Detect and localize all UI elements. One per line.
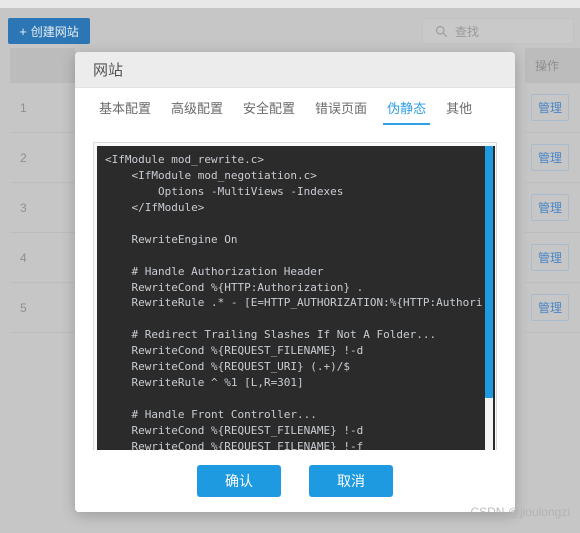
table-row: 3 [10,183,75,233]
editor-vertical-scrollbar-thumb[interactable] [485,146,493,398]
toolbar: + 创建网站 查找 [0,8,580,48]
search-icon [436,26,448,38]
search-input[interactable]: 查找 [422,18,574,44]
table-row: 管理 [525,233,580,283]
dialog-header: 网站 [75,52,515,88]
manage-button[interactable]: 管理 [531,144,570,171]
editor-vertical-scrollbar[interactable] [485,146,493,459]
dialog-tabs: 基本配置 高级配置 安全配置 错误页面 伪静态 其他 [75,88,515,128]
table-index-header [10,48,75,83]
search-placeholder-text: 查找 [455,24,480,39]
page-backdrop: + 创建网站 查找 1 2 3 4 5 操作 管理 管理 管理 管理 管理 网站… [0,0,580,533]
create-site-button-label: 创建网站 [30,24,79,39]
table-row: 管理 [525,183,580,233]
table-action-header: 操作 [525,48,580,83]
table-row: 2 [10,133,75,183]
tab-error-pages[interactable]: 错误页面 [311,92,371,125]
site-settings-dialog: 网站 基本配置 高级配置 安全配置 错误页面 伪静态 其他 <IfModule … [75,52,515,512]
table-row: 管理 [525,83,580,133]
table-row: 5 [10,283,75,333]
manage-button[interactable]: 管理 [531,194,570,221]
table-row: 1 [10,83,75,133]
page-top-strip [0,0,580,8]
tab-other[interactable]: 其他 [442,92,476,125]
table-index-column: 1 2 3 4 5 [10,48,75,533]
create-site-button[interactable]: + 创建网站 [8,18,90,44]
manage-button[interactable]: 管理 [531,294,570,321]
table-action-column: 操作 管理 管理 管理 管理 管理 [525,48,580,533]
manage-button[interactable]: 管理 [531,94,570,121]
table-row: 管理 [525,133,580,183]
dialog-footer: 确认 取消 [75,450,515,512]
tab-rewrite-rules[interactable]: 伪静态 [383,92,431,125]
manage-button[interactable]: 管理 [531,244,570,271]
confirm-button[interactable]: 确认 [197,465,281,497]
code-editor-surface[interactable]: <IfModule mod_rewrite.c> <IfModule mod_n… [97,146,495,459]
cancel-button[interactable]: 取消 [309,465,393,497]
rewrite-rules-editor[interactable]: <IfModule mod_rewrite.c> <IfModule mod_n… [93,142,497,497]
plus-icon: + [19,23,27,39]
dialog-title: 网站 [93,62,124,79]
code-editor-content[interactable]: <IfModule mod_rewrite.c> <IfModule mod_n… [97,146,495,459]
tab-basic-config[interactable]: 基本配置 [95,92,155,125]
tab-security-config[interactable]: 安全配置 [239,92,299,125]
tab-advanced-config[interactable]: 高级配置 [167,92,227,125]
table-row: 管理 [525,283,580,333]
table-row: 4 [10,233,75,283]
page-bottom-strip [0,523,580,533]
